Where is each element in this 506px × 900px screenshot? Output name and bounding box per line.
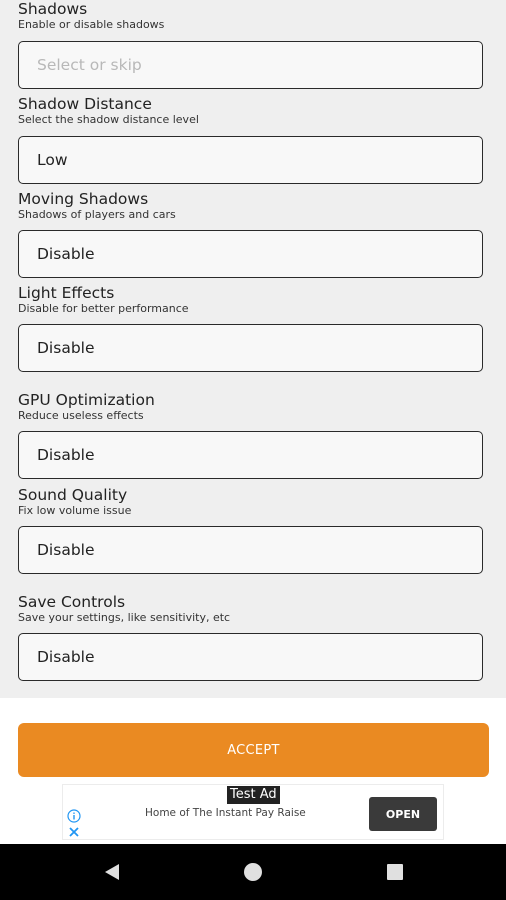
setting-title: Moving Shadows <box>18 190 149 208</box>
setting-title: Shadow Distance <box>18 95 152 113</box>
setting-description: Enable or disable shadows <box>18 18 165 31</box>
accept-button[interactable]: ACCEPT <box>18 723 489 777</box>
setting-title: Light Effects <box>18 284 115 302</box>
ad-text: Home of The Instant Pay Raise <box>145 807 306 819</box>
setting-description: Fix low volume issue <box>18 504 132 517</box>
setting-description: Disable for better performance <box>18 302 189 315</box>
ad-open-button[interactable]: OPEN <box>369 797 437 831</box>
setting-title: Shadows <box>18 0 88 18</box>
ad-badge: Test Ad <box>227 786 280 804</box>
sound-quality-select[interactable]: Disable <box>18 526 483 574</box>
save-controls-select[interactable]: Disable <box>18 633 483 681</box>
back-triangle-icon[interactable] <box>101 861 123 883</box>
setting-description: Save your settings, like sensitivity, et… <box>18 611 231 624</box>
light-effects-select[interactable]: Disable <box>18 324 483 372</box>
settings-list: Shadows Enable or disable shadows Select… <box>0 0 506 698</box>
setting-title: Save Controls <box>18 593 126 611</box>
info-icon[interactable] <box>67 809 81 823</box>
setting-title: Sound Quality <box>18 486 128 504</box>
setting-description: Shadows of players and cars <box>18 208 176 221</box>
close-icon[interactable] <box>67 825 81 839</box>
setting-description: Select the shadow distance level <box>18 113 199 126</box>
setting-description: Reduce useless effects <box>18 409 144 422</box>
setting-title: GPU Optimization <box>18 391 155 409</box>
bottom-panel: ACCEPT Test Ad Home of The Instant Pay R… <box>0 698 506 844</box>
shadow-distance-select[interactable]: Low <box>18 136 483 184</box>
ad-banner[interactable]: Test Ad Home of The Instant Pay Raise OP… <box>62 784 444 840</box>
recents-square-icon[interactable] <box>384 861 406 883</box>
shadows-select[interactable]: Select or skip <box>18 41 483 89</box>
moving-shadows-select[interactable]: Disable <box>18 230 483 278</box>
gpu-optimization-select[interactable]: Disable <box>18 431 483 479</box>
system-nav-bar <box>0 844 506 900</box>
home-circle-icon[interactable] <box>242 861 264 883</box>
